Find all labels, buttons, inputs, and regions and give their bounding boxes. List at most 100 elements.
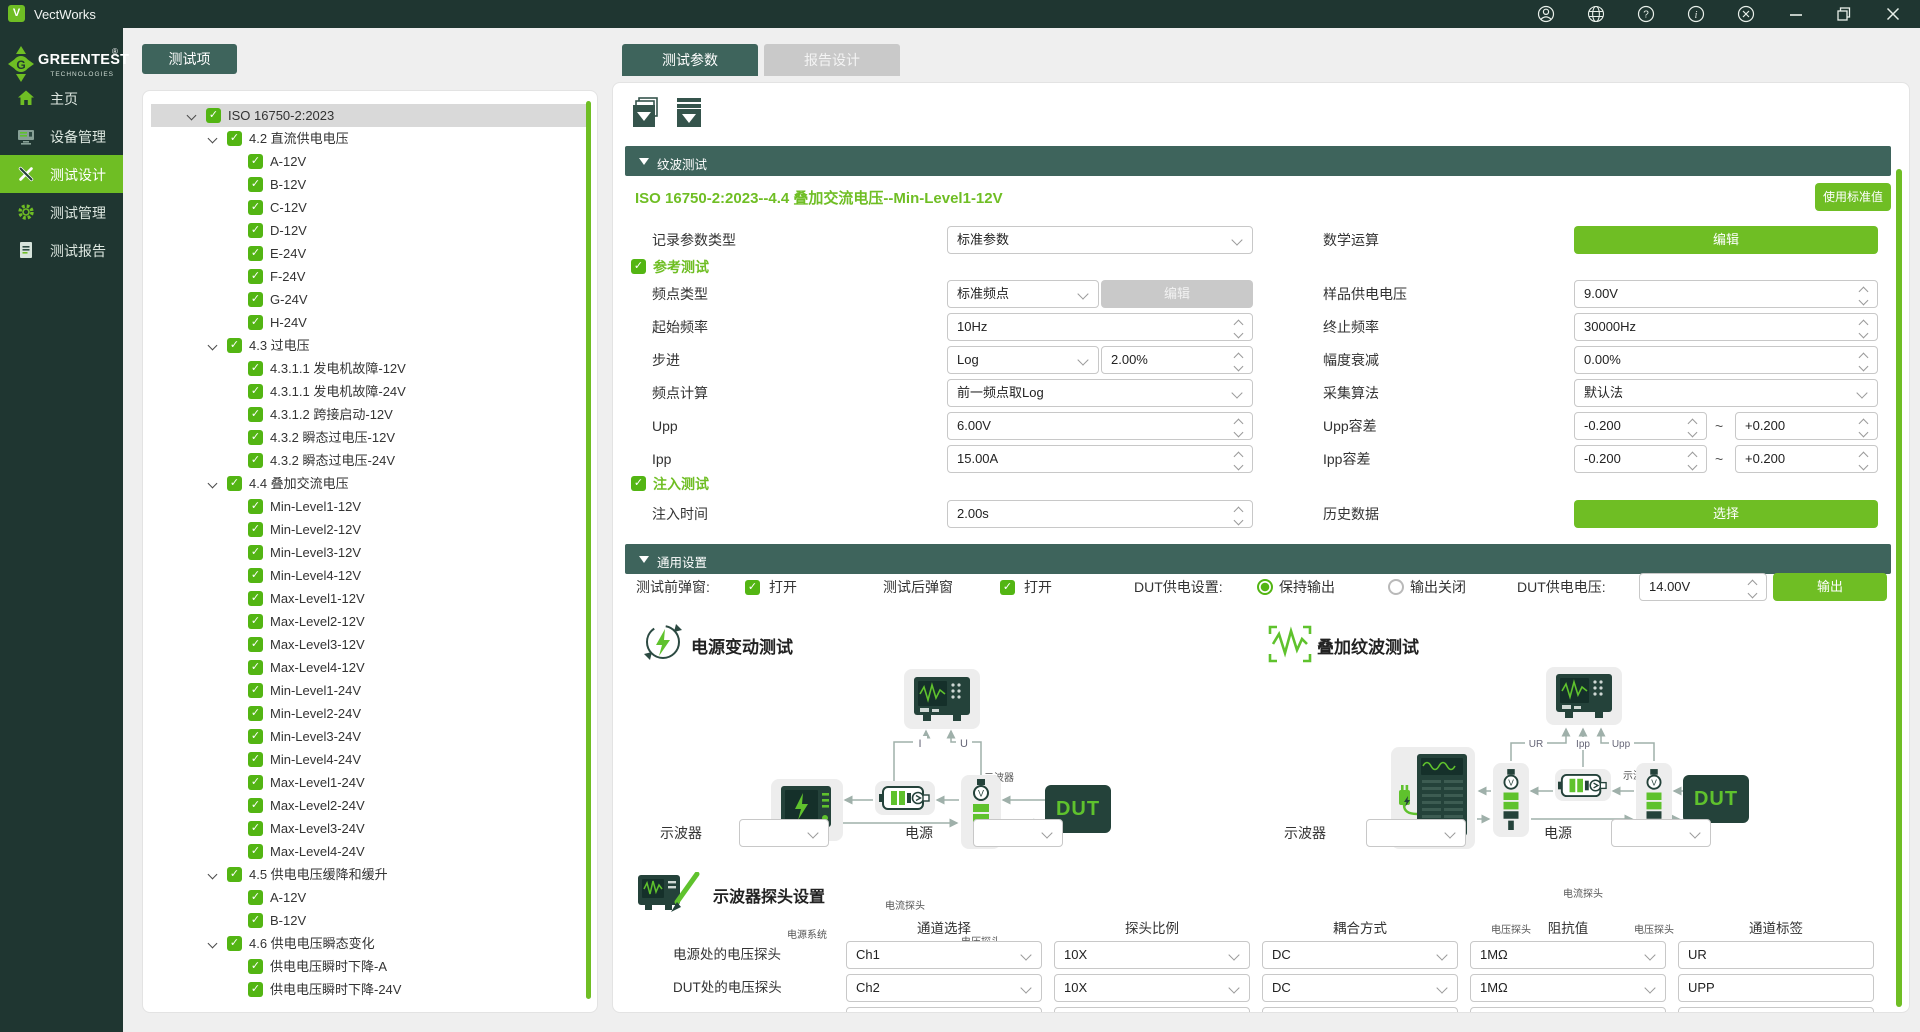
tree-item[interactable]: ✓4.2 直流供电电压 — [143, 127, 597, 150]
probe-tag-input[interactable] — [1678, 1007, 1874, 1013]
tree-item-checkbox[interactable]: ✓ — [248, 407, 263, 422]
tree-item[interactable]: ✓4.3.1.1 发电机故障-24V — [143, 380, 597, 403]
probe-tag-input[interactable]: UPP — [1678, 974, 1874, 1002]
tree-item[interactable]: ✓B-12V — [143, 173, 597, 196]
tree-item-checkbox[interactable]: ✓ — [248, 890, 263, 905]
left-field-7-spinner[interactable]: 15.00A — [947, 445, 1253, 473]
tree-item-checkbox[interactable]: ✓ — [248, 729, 263, 744]
tree-item-checkbox[interactable]: ✓ — [248, 269, 263, 284]
tree-item[interactable]: ✓Min-Level1-12V — [143, 495, 597, 518]
tree-item[interactable]: ✓Max-Level4-12V — [143, 656, 597, 679]
right-field-3-spinner[interactable]: 0.00% — [1574, 346, 1878, 374]
keep-output-radio[interactable] — [1257, 579, 1273, 595]
tree-item[interactable]: ✓H-24V — [143, 311, 597, 334]
tree-item-checkbox[interactable]: ✓ — [248, 913, 263, 928]
tree-item[interactable]: ✓4.4 叠加交流电压 — [143, 472, 597, 495]
left-field-4-value-input[interactable]: 2.00% — [1101, 346, 1253, 374]
tree-item-checkbox[interactable]: ✓ — [248, 177, 263, 192]
tree-item[interactable]: ✓4.6 供电电压瞬态变化 — [143, 932, 597, 955]
probe-cell-select[interactable] — [1054, 1007, 1250, 1013]
tree-item-checkbox[interactable]: ✓ — [248, 453, 263, 468]
tree-item-checkbox[interactable]: ✓ — [248, 315, 263, 330]
minimize-icon[interactable] — [1787, 5, 1805, 23]
right-field-7-button[interactable]: 选择 — [1574, 500, 1878, 528]
sidebar-item-report[interactable]: 测试报告 — [0, 231, 123, 269]
tree-item[interactable]: ✓D-12V — [143, 219, 597, 242]
tree-item-checkbox[interactable]: ✓ — [248, 982, 263, 997]
user-icon[interactable] — [1537, 5, 1555, 23]
tree-item[interactable]: ✓Min-Level2-24V — [143, 702, 597, 725]
right-field-6-high-input[interactable]: +0.200 — [1735, 445, 1878, 473]
section-checkbox[interactable]: ✓ — [631, 476, 646, 491]
tree-item[interactable]: ✓Min-Level2-12V — [143, 518, 597, 541]
tree-item[interactable]: ✓F-24V — [143, 265, 597, 288]
tree-item-checkbox[interactable]: ✓ — [248, 591, 263, 606]
tree-item-checkbox[interactable]: ✓ — [206, 108, 221, 123]
offline-icon[interactable] — [1737, 5, 1755, 23]
tree-item-checkbox[interactable]: ✓ — [227, 476, 242, 491]
tree-item[interactable]: ✓Max-Level1-24V — [143, 771, 597, 794]
left-field-5-select[interactable]: 前一频点取Log — [947, 379, 1253, 407]
tree-item-checkbox[interactable]: ✓ — [248, 499, 263, 514]
chevron-down-icon[interactable] — [208, 135, 217, 144]
about-icon[interactable]: i — [1687, 5, 1705, 23]
sidebar-item-device[interactable]: 设备管理 — [0, 117, 123, 155]
parameters-scrollbar[interactable] — [1896, 169, 1902, 1007]
tree-item[interactable]: ✓供电电压瞬时下降-24V — [143, 978, 597, 1001]
power-select[interactable] — [1611, 819, 1711, 847]
tree-item[interactable]: ✓Min-Level4-12V — [143, 564, 597, 587]
tree-item[interactable]: ✓A-12V — [143, 886, 597, 909]
test-items-header-button[interactable]: 测试项 — [142, 44, 237, 74]
tree-item[interactable]: ✓4.3.2 瞬态过电压-12V — [143, 426, 597, 449]
use-standard-values-button[interactable]: 使用标准值 — [1815, 183, 1891, 211]
close-icon[interactable] — [1884, 5, 1902, 23]
tree-item-checkbox[interactable]: ✓ — [248, 614, 263, 629]
tree-item-checkbox[interactable]: ✓ — [248, 223, 263, 238]
tree-item-checkbox[interactable]: ✓ — [248, 844, 263, 859]
tree-item-checkbox[interactable]: ✓ — [248, 660, 263, 675]
stacked-pages-arrow-icon[interactable] — [631, 97, 665, 131]
sidebar-item-home[interactable]: 主页 — [0, 79, 123, 117]
probe-cell-select[interactable] — [1262, 1007, 1458, 1013]
tree-item[interactable]: ✓4.5 供电电压缓降和缓升 — [143, 863, 597, 886]
help-icon[interactable]: ? — [1637, 5, 1655, 23]
tree-item-checkbox[interactable]: ✓ — [248, 798, 263, 813]
probe-cell-select[interactable]: DC — [1262, 941, 1458, 969]
probe-cell-select[interactable]: DC — [1262, 974, 1458, 1002]
right-field-4-select[interactable]: 默认法 — [1574, 379, 1878, 407]
tree-item[interactable]: ✓Max-Level2-24V — [143, 794, 597, 817]
tree-item-checkbox[interactable]: ✓ — [248, 568, 263, 583]
tree-item[interactable]: ✓4.3.1.2 跨接启动-12V — [143, 403, 597, 426]
dut-voltage-input[interactable]: 14.00V — [1639, 573, 1767, 601]
probe-cell-select[interactable]: Ch2 — [846, 974, 1042, 1002]
tab-report-design[interactable]: 报告设计 — [764, 44, 900, 76]
probe-cell-select[interactable] — [1470, 1007, 1666, 1013]
tree-item-checkbox[interactable]: ✓ — [248, 200, 263, 215]
page-arrow-icon[interactable] — [675, 97, 709, 131]
tree-item[interactable]: ✓4.3.2 瞬态过电压-24V — [143, 449, 597, 472]
left-field-4-select[interactable]: Log — [947, 346, 1099, 374]
output-off-radio[interactable] — [1388, 579, 1404, 595]
tree-item-checkbox[interactable]: ✓ — [248, 637, 263, 652]
tree-item-checkbox[interactable]: ✓ — [248, 545, 263, 560]
right-field-1-spinner[interactable]: 9.00V — [1574, 280, 1878, 308]
probe-cell-select[interactable]: Ch1 — [846, 941, 1042, 969]
probe-cell-select[interactable]: 10X — [1054, 941, 1250, 969]
tree-item[interactable]: ✓Max-Level3-12V — [143, 633, 597, 656]
tree-item[interactable]: ✓G-24V — [143, 288, 597, 311]
tree-item-checkbox[interactable]: ✓ — [248, 821, 263, 836]
output-button[interactable]: 输出 — [1773, 573, 1887, 601]
probe-tag-input[interactable]: UR — [1678, 941, 1874, 969]
tree-item[interactable]: ✓Max-Level1-12V — [143, 587, 597, 610]
probe-cell-select[interactable]: 10X — [1054, 974, 1250, 1002]
probe-cell-select[interactable]: 1MΩ — [1470, 974, 1666, 1002]
tree-item-checkbox[interactable]: ✓ — [227, 338, 242, 353]
left-field-2-select[interactable]: 标准频点 — [947, 280, 1099, 308]
tree-item[interactable]: ✓C-12V — [143, 196, 597, 219]
probe-cell-select[interactable]: 1MΩ — [1470, 941, 1666, 969]
right-field-5-high-input[interactable]: +0.200 — [1735, 412, 1878, 440]
tree-item[interactable]: ✓Min-Level4-24V — [143, 748, 597, 771]
power-select[interactable] — [973, 819, 1063, 847]
tree-item-checkbox[interactable]: ✓ — [248, 752, 263, 767]
tree-item-checkbox[interactable]: ✓ — [248, 384, 263, 399]
